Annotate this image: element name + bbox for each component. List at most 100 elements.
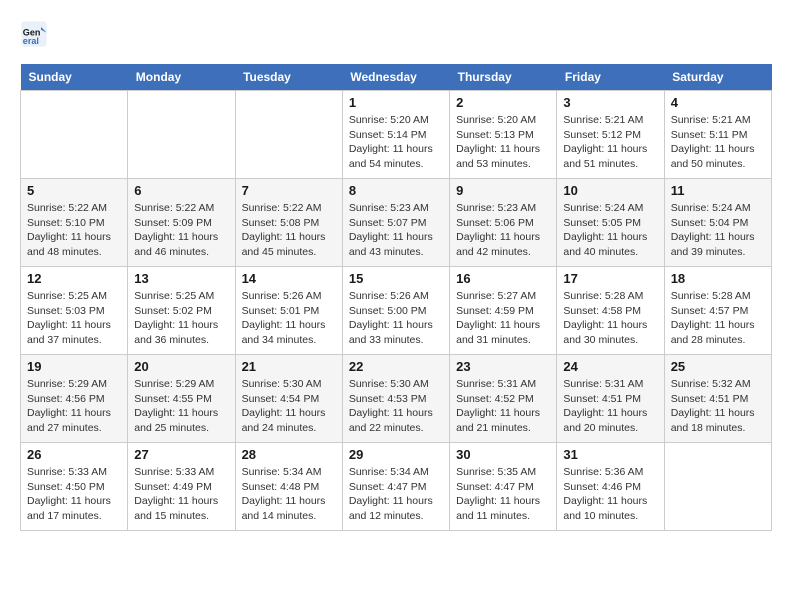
calendar-cell: 17 Sunrise: 5:28 AM Sunset: 4:58 PM Dayli…: [557, 267, 664, 355]
day-number: 23: [456, 359, 550, 374]
calendar-cell: 3 Sunrise: 5:21 AM Sunset: 5:12 PM Daylig…: [557, 91, 664, 179]
day-number: 20: [134, 359, 228, 374]
day-number: 17: [563, 271, 657, 286]
day-number: 2: [456, 95, 550, 110]
day-of-week-header: Tuesday: [235, 64, 342, 91]
calendar-cell: 31 Sunrise: 5:36 AM Sunset: 4:46 PM Dayli…: [557, 443, 664, 531]
day-of-week-header: Thursday: [450, 64, 557, 91]
calendar-cell: 15 Sunrise: 5:26 AM Sunset: 5:00 PM Dayli…: [342, 267, 449, 355]
calendar-cell: 10 Sunrise: 5:24 AM Sunset: 5:05 PM Dayli…: [557, 179, 664, 267]
day-number: 30: [456, 447, 550, 462]
day-number: 22: [349, 359, 443, 374]
day-number: 9: [456, 183, 550, 198]
day-info: Sunrise: 5:25 AM Sunset: 5:02 PM Dayligh…: [134, 289, 228, 348]
calendar-week-row: 12 Sunrise: 5:25 AM Sunset: 5:03 PM Dayli…: [21, 267, 772, 355]
calendar-cell: 6 Sunrise: 5:22 AM Sunset: 5:09 PM Daylig…: [128, 179, 235, 267]
day-info: Sunrise: 5:20 AM Sunset: 5:14 PM Dayligh…: [349, 113, 443, 172]
calendar-cell: 1 Sunrise: 5:20 AM Sunset: 5:14 PM Daylig…: [342, 91, 449, 179]
day-number: 31: [563, 447, 657, 462]
calendar-cell: 24Sunrise: 5:31 AM Sunset: 4:51 PM Dayli…: [557, 355, 664, 443]
calendar-cell: 9Sunrise: 5:23 AM Sunset: 5:06 PM Daylig…: [450, 179, 557, 267]
day-info: Sunrise: 5:29 AM Sunset: 4:55 PM Dayligh…: [134, 377, 228, 436]
day-of-week-header: Wednesday: [342, 64, 449, 91]
day-info: Sunrise: 5:25 AM Sunset: 5:03 PM Dayligh…: [27, 289, 121, 348]
day-info: Sunrise: 5:33 AM Sunset: 4:50 PM Dayligh…: [27, 465, 121, 524]
calendar-week-row: 26 Sunrise: 5:33 AM Sunset: 4:50 PM Dayli…: [21, 443, 772, 531]
day-number: 8: [349, 183, 443, 198]
calendar-cell: 8 Sunrise: 5:23 AM Sunset: 5:07 PM Daylig…: [342, 179, 449, 267]
day-number: 10: [563, 183, 657, 198]
day-info: Sunrise: 5:31 AM Sunset: 4:51 PM Dayligh…: [563, 377, 657, 436]
day-number: 6: [134, 183, 228, 198]
day-info: Sunrise: 5:27 AM Sunset: 4:59 PM Dayligh…: [456, 289, 550, 348]
day-info: Sunrise: 5:23 AM Sunset: 5:07 PM Dayligh…: [349, 201, 443, 260]
calendar-cell: 27 Sunrise: 5:33 AM Sunset: 4:49 PM Dayli…: [128, 443, 235, 531]
day-info: Sunrise: 5:29 AM Sunset: 4:56 PM Dayligh…: [27, 377, 121, 436]
day-info: Sunrise: 5:28 AM Sunset: 4:57 PM Dayligh…: [671, 289, 765, 348]
day-number: 12: [27, 271, 121, 286]
day-number: 3: [563, 95, 657, 110]
day-of-week-header: Saturday: [664, 64, 771, 91]
calendar-week-row: 5 Sunrise: 5:22 AM Sunset: 5:10 PM Daylig…: [21, 179, 772, 267]
day-number: 18: [671, 271, 765, 286]
calendar-cell: [128, 91, 235, 179]
day-number: 27: [134, 447, 228, 462]
calendar-week-row: 1 Sunrise: 5:20 AM Sunset: 5:14 PM Daylig…: [21, 91, 772, 179]
calendar-cell: 13Sunrise: 5:25 AM Sunset: 5:02 PM Dayli…: [128, 267, 235, 355]
day-info: Sunrise: 5:26 AM Sunset: 5:00 PM Dayligh…: [349, 289, 443, 348]
day-info: Sunrise: 5:33 AM Sunset: 4:49 PM Dayligh…: [134, 465, 228, 524]
day-number: 19: [27, 359, 121, 374]
day-number: 1: [349, 95, 443, 110]
calendar-cell: [21, 91, 128, 179]
calendar-cell: 26 Sunrise: 5:33 AM Sunset: 4:50 PM Dayli…: [21, 443, 128, 531]
day-info: Sunrise: 5:20 AM Sunset: 5:13 PM Dayligh…: [456, 113, 550, 172]
day-info: Sunrise: 5:30 AM Sunset: 4:54 PM Dayligh…: [242, 377, 336, 436]
calendar-table: SundayMondayTuesdayWednesdayThursdayFrid…: [20, 64, 772, 531]
logo: Gen eral: [20, 20, 52, 48]
day-number: 4: [671, 95, 765, 110]
day-number: 16: [456, 271, 550, 286]
calendar-cell: [664, 443, 771, 531]
day-info: Sunrise: 5:30 AM Sunset: 4:53 PM Dayligh…: [349, 377, 443, 436]
day-info: Sunrise: 5:21 AM Sunset: 5:11 PM Dayligh…: [671, 113, 765, 172]
day-number: 21: [242, 359, 336, 374]
calendar-cell: 25Sunrise: 5:32 AM Sunset: 4:51 PM Dayli…: [664, 355, 771, 443]
day-number: 15: [349, 271, 443, 286]
day-info: Sunrise: 5:32 AM Sunset: 4:51 PM Dayligh…: [671, 377, 765, 436]
day-info: Sunrise: 5:24 AM Sunset: 5:05 PM Dayligh…: [563, 201, 657, 260]
day-info: Sunrise: 5:35 AM Sunset: 4:47 PM Dayligh…: [456, 465, 550, 524]
calendar-cell: 2 Sunrise: 5:20 AM Sunset: 5:13 PM Daylig…: [450, 91, 557, 179]
day-info: Sunrise: 5:28 AM Sunset: 4:58 PM Dayligh…: [563, 289, 657, 348]
calendar-cell: 14Sunrise: 5:26 AM Sunset: 5:01 PM Dayli…: [235, 267, 342, 355]
day-info: Sunrise: 5:34 AM Sunset: 4:47 PM Dayligh…: [349, 465, 443, 524]
day-of-week-header: Sunday: [21, 64, 128, 91]
day-number: 29: [349, 447, 443, 462]
day-info: Sunrise: 5:22 AM Sunset: 5:09 PM Dayligh…: [134, 201, 228, 260]
day-number: 28: [242, 447, 336, 462]
calendar-cell: 28 Sunrise: 5:34 AM Sunset: 4:48 PM Dayli…: [235, 443, 342, 531]
day-number: 26: [27, 447, 121, 462]
calendar-cell: 12 Sunrise: 5:25 AM Sunset: 5:03 PM Dayli…: [21, 267, 128, 355]
day-of-week-header: Monday: [128, 64, 235, 91]
day-info: Sunrise: 5:36 AM Sunset: 4:46 PM Dayligh…: [563, 465, 657, 524]
day-info: Sunrise: 5:22 AM Sunset: 5:08 PM Dayligh…: [242, 201, 336, 260]
day-number: 5: [27, 183, 121, 198]
calendar-cell: 20 Sunrise: 5:29 AM Sunset: 4:55 PM Dayli…: [128, 355, 235, 443]
calendar-header-row: SundayMondayTuesdayWednesdayThursdayFrid…: [21, 64, 772, 91]
calendar-cell: 5 Sunrise: 5:22 AM Sunset: 5:10 PM Daylig…: [21, 179, 128, 267]
calendar-cell: 30 Sunrise: 5:35 AM Sunset: 4:47 PM Dayli…: [450, 443, 557, 531]
calendar-cell: 18 Sunrise: 5:28 AM Sunset: 4:57 PM Dayli…: [664, 267, 771, 355]
day-number: 11: [671, 183, 765, 198]
calendar-week-row: 19 Sunrise: 5:29 AM Sunset: 4:56 PM Dayli…: [21, 355, 772, 443]
day-of-week-header: Friday: [557, 64, 664, 91]
calendar-cell: 19 Sunrise: 5:29 AM Sunset: 4:56 PM Dayli…: [21, 355, 128, 443]
calendar-cell: 16 Sunrise: 5:27 AM Sunset: 4:59 PM Dayli…: [450, 267, 557, 355]
calendar-cell: 22 Sunrise: 5:30 AM Sunset: 4:53 PM Dayli…: [342, 355, 449, 443]
calendar-cell: 29 Sunrise: 5:34 AM Sunset: 4:47 PM Dayli…: [342, 443, 449, 531]
day-number: 14: [242, 271, 336, 286]
day-info: Sunrise: 5:34 AM Sunset: 4:48 PM Dayligh…: [242, 465, 336, 524]
day-info: Sunrise: 5:21 AM Sunset: 5:12 PM Dayligh…: [563, 113, 657, 172]
day-info: Sunrise: 5:22 AM Sunset: 5:10 PM Dayligh…: [27, 201, 121, 260]
calendar-cell: 4 Sunrise: 5:21 AM Sunset: 5:11 PM Daylig…: [664, 91, 771, 179]
calendar-cell: 7Sunrise: 5:22 AM Sunset: 5:08 PM Daylig…: [235, 179, 342, 267]
